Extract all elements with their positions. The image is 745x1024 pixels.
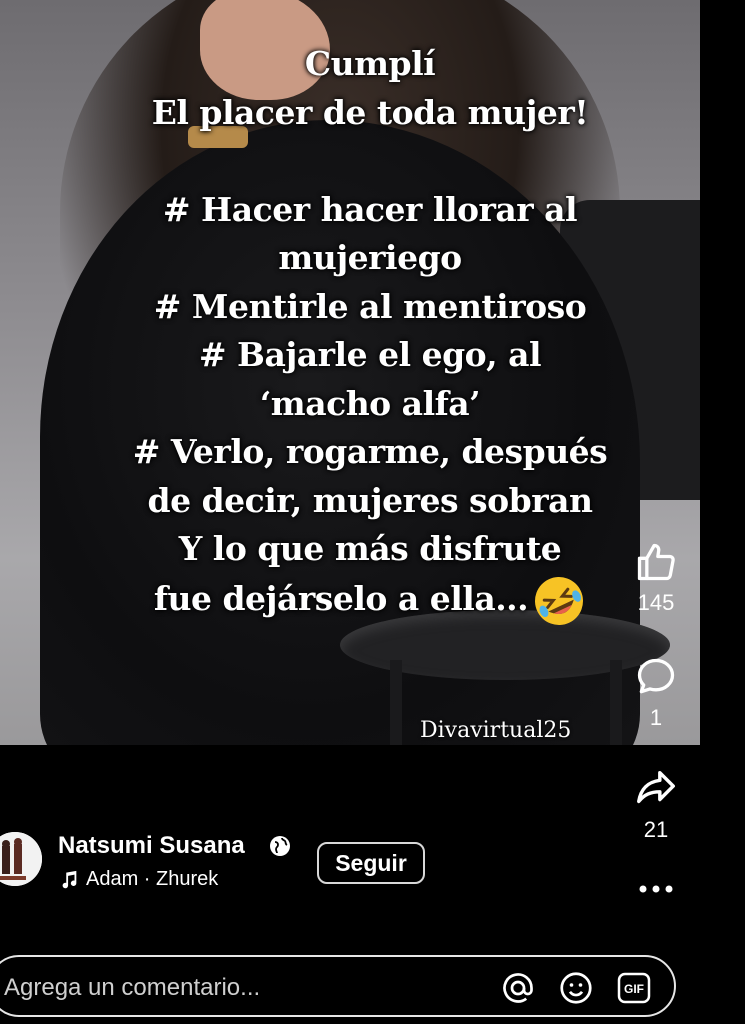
at-mention-icon[interactable] <box>500 970 536 1006</box>
quote-line: mujeriego <box>278 238 462 277</box>
globe-icon <box>270 836 290 856</box>
author-name[interactable]: Natsumi Susana <box>58 832 245 860</box>
post-quote-text: Cumplí El placer de toda mujer! # Hacer … <box>60 40 680 628</box>
quote-line: ‘macho alfa’ <box>259 383 481 423</box>
quote-line: # Bajarle el ego, al <box>198 335 542 374</box>
post-image[interactable]: Cumplí El placer de toda mujer! # Hacer … <box>0 0 700 745</box>
avatar-image <box>0 832 42 886</box>
audio-track[interactable]: Adam · Zhurek <box>58 868 218 891</box>
gif-icon[interactable]: GIF <box>616 970 652 1006</box>
quote-line: # Verlo, rogarme, después <box>132 432 608 471</box>
smiley-icon[interactable] <box>558 970 594 1006</box>
quote-line: # Hacer hacer llorar al <box>162 189 578 229</box>
audio-label: Adam · Zhurek <box>86 868 219 890</box>
author-row: Natsumi Susana Adam · Zhurek Seguir <box>0 822 745 902</box>
quote-line-last: fue dejárselo a ella... <box>60 574 680 628</box>
avatar[interactable] <box>0 832 42 886</box>
quote-line: El placer de toda mujer! <box>151 92 589 132</box>
comment-bubble-icon <box>637 658 675 694</box>
chair-leg <box>390 660 402 745</box>
like-count: 145 <box>637 590 675 615</box>
comment-bar: GIF <box>0 955 676 1017</box>
quote-line <box>60 137 680 186</box>
follow-button[interactable]: Seguir <box>317 842 425 884</box>
gif-label: GIF <box>624 982 644 996</box>
quote-line: Cumplí <box>304 44 436 83</box>
like-button[interactable]: 145 <box>618 540 694 616</box>
comment-input[interactable] <box>2 967 476 1009</box>
quote-line: Y lo que más disfrute <box>178 529 562 568</box>
comment-button[interactable]: 1 <box>618 655 694 731</box>
watermark: Divavirtual25 <box>420 718 572 743</box>
rolling-on-floor-laughing-emoji <box>535 576 584 625</box>
quote-line-text: fue dejárselo a ella... <box>153 578 529 618</box>
comment-count: 1 <box>649 705 663 730</box>
more-dots-icon[interactable] <box>638 884 674 894</box>
share-arrow-icon <box>637 770 675 804</box>
thumbs-up-icon <box>637 543 675 581</box>
quote-line: # Mentirle al mentiroso <box>153 286 587 326</box>
quote-line: de decir, mujeres sobran <box>147 480 593 520</box>
music-note-icon <box>62 870 77 888</box>
